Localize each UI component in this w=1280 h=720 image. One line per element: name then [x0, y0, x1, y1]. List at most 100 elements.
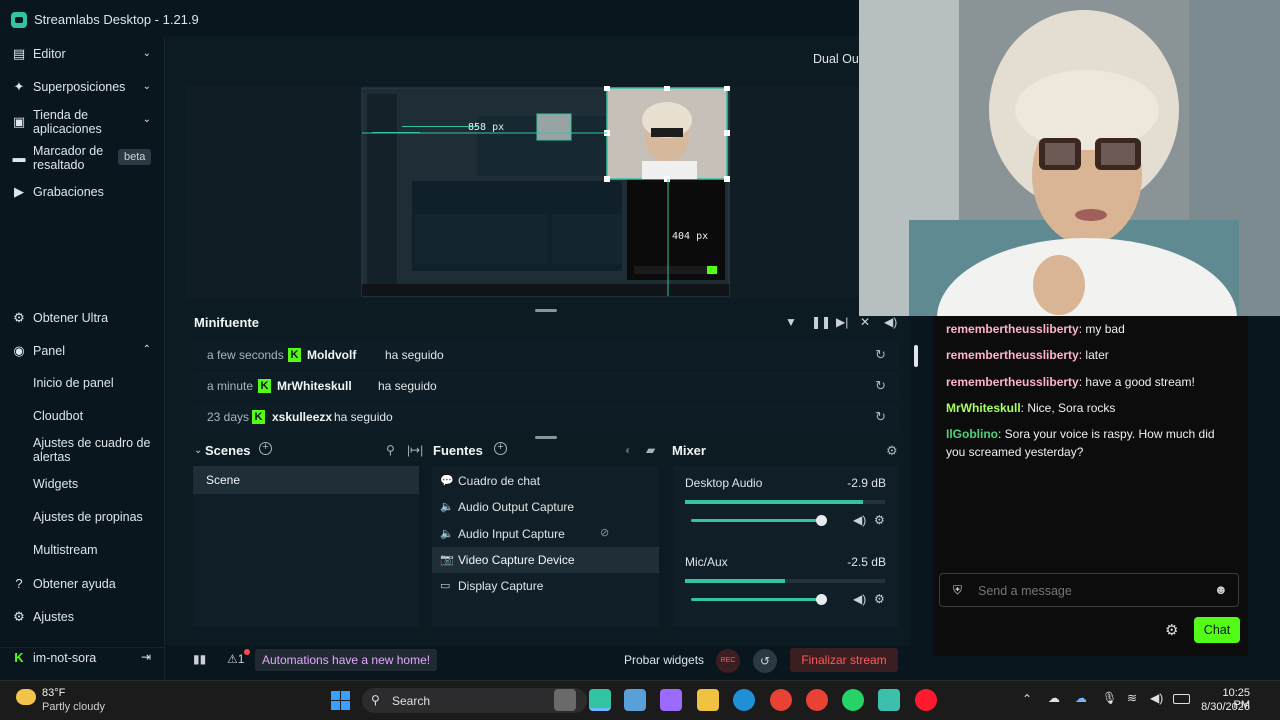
visibility-off-icon[interactable]: ⊘ — [600, 526, 609, 539]
chat-username[interactable]: remembertheussliberty — [946, 348, 1079, 362]
file-explorer-icon[interactable] — [697, 689, 719, 711]
nav-grabaciones[interactable]: ▶ Grabaciones — [0, 183, 165, 203]
sub-inicio-panel[interactable]: Inicio de panel — [33, 376, 114, 390]
volume-slider-knob[interactable] — [816, 515, 827, 526]
shield-icon: ⛨ — [953, 583, 963, 597]
mixer-channel-name: Mic/Aux — [685, 555, 728, 569]
nav-obtener-ayuda[interactable]: ? Obtener ayuda — [0, 575, 165, 595]
nav-obtener-ultra[interactable]: ⚙ Obtener Ultra — [0, 309, 165, 329]
streamlabs-taskbar-icon[interactable] — [589, 689, 611, 711]
weather-icon[interactable] — [16, 689, 36, 705]
filter-icon[interactable]: ▼ — [785, 315, 797, 329]
sub-widgets[interactable]: Widgets — [33, 477, 78, 491]
clock-date[interactable]: 8/30/2026 — [1200, 701, 1250, 713]
weather-desc[interactable]: Partly cloudy — [42, 701, 105, 713]
chrome-profile-icon[interactable] — [806, 689, 828, 711]
chat-message-input[interactable] — [978, 582, 1208, 600]
scene-item[interactable]: Scene — [193, 466, 419, 494]
chat-drag-handle[interactable] — [914, 345, 918, 367]
kick-icon: K — [288, 348, 301, 362]
mixer-settings-icon[interactable]: ⚙ — [886, 443, 898, 459]
volume-slider[interactable] — [691, 594, 827, 605]
mute-alerts-icon[interactable]: ✕ — [860, 315, 870, 329]
nav-tienda[interactable]: ▣ Tienda de aplicaciones ⌄ — [0, 106, 165, 136]
replay-icon[interactable]: ↻ — [875, 409, 886, 425]
channel-settings-icon[interactable]: ⚙ — [874, 513, 885, 527]
emoji-icon[interactable]: ☻ — [1214, 582, 1228, 597]
resize-handle[interactable] — [535, 436, 557, 439]
overlays-icon: ✦ — [13, 79, 25, 94]
volume-slider-knob[interactable] — [816, 594, 827, 605]
nav-ajustes[interactable]: ⚙ Ajustes — [0, 608, 165, 628]
source-settings-icon[interactable]: ◐ — [625, 443, 632, 457]
replay-buffer-icon[interactable]: ↺ — [753, 649, 777, 673]
volume-slider[interactable] — [691, 515, 827, 526]
nav-panel[interactable]: ◉ Panel ⌃ — [0, 342, 165, 362]
speaker-icon[interactable]: ◀) — [1150, 691, 1163, 705]
event-action: ha seguido — [378, 379, 437, 393]
nav-account[interactable]: K im-not-sora ⇥ — [0, 647, 165, 667]
copilot-icon[interactable] — [660, 689, 682, 711]
chevron-down-icon[interactable]: ⌄ — [194, 445, 202, 456]
pause-icon[interactable]: ❚❚ — [811, 315, 831, 329]
mute-icon[interactable]: ◀) — [853, 592, 866, 606]
sub-multistream[interactable]: Multistream — [33, 543, 98, 557]
replay-icon[interactable]: ↻ — [875, 347, 886, 363]
sub-tips[interactable]: Ajustes de propinas — [33, 510, 143, 524]
add-folder-icon[interactable]: ▰ — [646, 443, 655, 457]
editor-icon: ▤ — [12, 46, 26, 61]
volume-icon[interactable]: ◀) — [884, 315, 897, 329]
tray-app-icon[interactable]: ☁ — [1048, 691, 1060, 705]
add-scene-icon[interactable]: + — [259, 442, 272, 455]
stats-icon[interactable]: ▮▮ — [193, 652, 206, 666]
nav-editor[interactable]: ▤ Editor ⌄ — [0, 44, 165, 64]
chat-settings-icon[interactable]: ⚙ — [1165, 621, 1178, 639]
replay-icon[interactable]: ↻ — [875, 378, 886, 394]
resize-handle[interactable] — [535, 309, 557, 312]
scenes-panel: Scene — [193, 466, 419, 627]
automations-banner[interactable]: Automations have a new home! — [255, 649, 438, 671]
stream-preview[interactable]: 858 px 404 px — [187, 86, 861, 298]
task-view-icon[interactable] — [554, 689, 576, 711]
record-button[interactable]: REC — [716, 649, 740, 673]
onedrive-icon[interactable]: ☁ — [1075, 691, 1087, 705]
pin-icon[interactable]: ⚲ — [386, 443, 395, 457]
chrome-icon[interactable] — [770, 689, 792, 711]
edge-icon[interactable] — [733, 689, 755, 711]
dashboard-icon: ◉ — [13, 343, 25, 358]
chat-text: : have a good stream! — [1078, 375, 1195, 389]
window-title: Streamlabs Desktop - 1.21.9 — [34, 12, 199, 27]
chat-send-button[interactable]: Chat — [1194, 617, 1240, 643]
sub-alert-box[interactable]: Ajustes de cuadro de alertas — [33, 436, 153, 464]
nav-superposiciones[interactable]: ✦ Superposiciones ⌄ — [0, 77, 165, 97]
test-widgets-button[interactable]: Probar widgets — [624, 653, 704, 667]
end-stream-button[interactable]: Finalizar stream — [790, 648, 898, 672]
transitions-icon[interactable]: |↦| — [407, 443, 423, 457]
add-source-icon[interactable]: + — [494, 442, 507, 455]
camera-icon: 📷 — [440, 554, 454, 566]
snipping-tool-icon[interactable] — [624, 689, 646, 711]
nav-marcador[interactable]: ▬ Marcador de resaltado beta — [0, 143, 165, 173]
skip-icon[interactable]: ▶| — [836, 315, 848, 329]
chat-username[interactable]: MrWhiteskull — [946, 401, 1021, 415]
logout-icon[interactable]: ⇥ — [141, 650, 151, 664]
microphone-icon[interactable]: 🎙 — [1102, 691, 1117, 705]
windows-start-icon[interactable] — [331, 691, 351, 711]
chat-username[interactable]: IlGoblino — [946, 427, 998, 441]
whatsapp-icon[interactable] — [842, 689, 864, 711]
weather-temp[interactable]: 83°F — [42, 687, 65, 699]
mute-icon[interactable]: ◀) — [853, 513, 866, 527]
chat-username[interactable]: remembertheussliberty — [946, 375, 1079, 389]
sub-cloudbot[interactable]: Cloudbot — [33, 409, 83, 423]
chat-username[interactable]: remembertheussliberty — [946, 322, 1079, 336]
notepad-icon[interactable] — [878, 689, 900, 711]
chat-message: MrWhiteskull: Nice, Sora rocks — [946, 399, 1236, 417]
channel-settings-icon[interactable]: ⚙ — [874, 592, 885, 606]
tray-chevron-icon[interactable]: ⌃ — [1022, 692, 1032, 706]
wifi-icon[interactable]: ≋ — [1127, 691, 1137, 705]
source-item-selected[interactable]: 📷 Video Capture Device — [432, 547, 659, 573]
alerts-icon[interactable]: ⚠1 — [227, 652, 244, 666]
battery-icon[interactable] — [1173, 694, 1190, 704]
ultra-icon: ⚙ — [13, 310, 25, 325]
opera-icon[interactable] — [915, 689, 937, 711]
